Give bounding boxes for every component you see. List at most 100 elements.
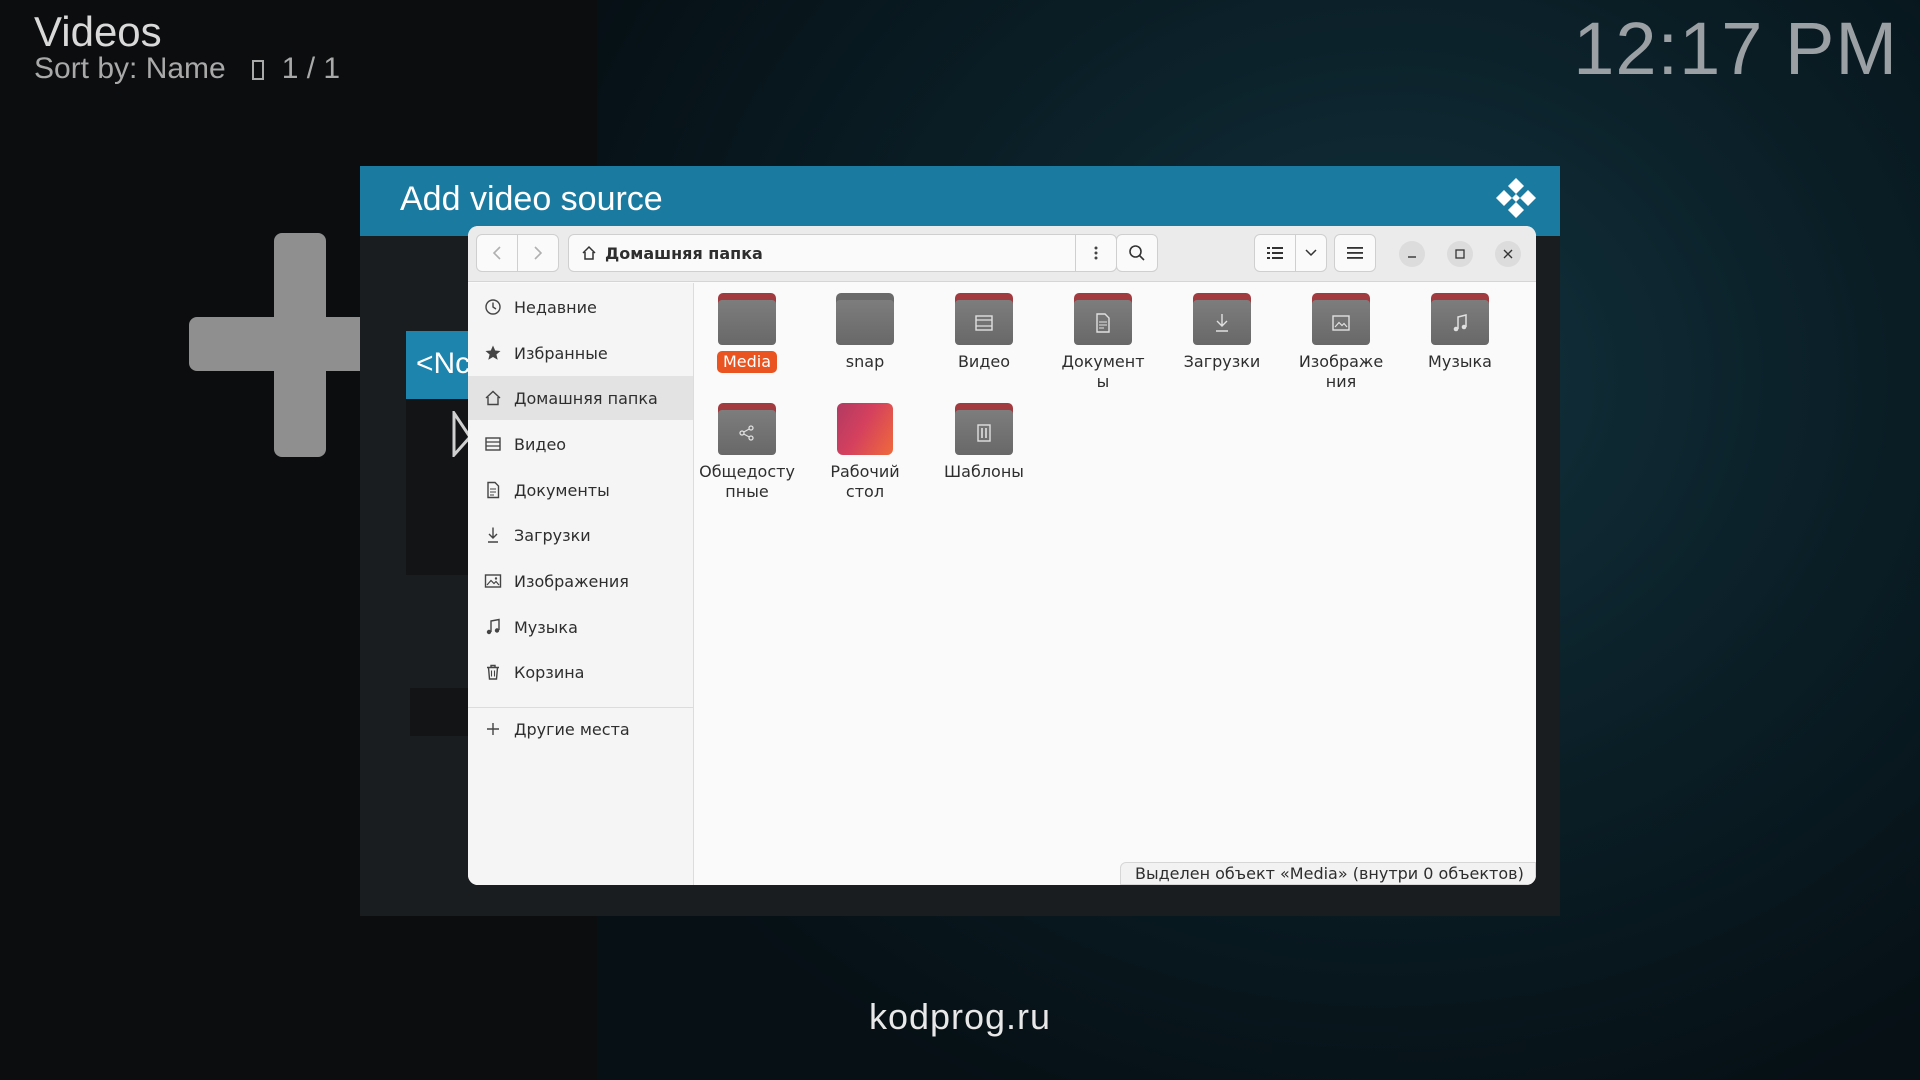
page-title: Videos xyxy=(34,8,162,55)
folder-icon xyxy=(955,403,1013,455)
source-list-item[interactable]: <Nc xyxy=(406,331,476,399)
folder-label: Загрузки xyxy=(1183,352,1261,371)
sidebar-item-label: Домашняя папка xyxy=(514,388,658,408)
clock: 12:17 PM xyxy=(1573,7,1898,90)
sidebar-item-starred[interactable]: Избранные xyxy=(468,331,693,375)
sidebar-item-recent[interactable]: Недавние xyxy=(468,285,693,329)
folder-pictures[interactable]: Изображе ния xyxy=(1285,293,1397,393)
folder-desktop[interactable]: Рабочий стол xyxy=(809,403,921,503)
folder-downloads[interactable]: Загрузки xyxy=(1166,293,1278,373)
sidebar-item-label: Документы xyxy=(514,480,610,500)
sidebar-item-label: Избранные xyxy=(514,343,608,363)
view-options-dropdown[interactable] xyxy=(1295,234,1327,272)
sort-indicator[interactable]: Sort by: Name 1 / 1 xyxy=(34,52,340,86)
folder-media[interactable]: Media xyxy=(691,293,803,373)
folder-snap[interactable]: snap xyxy=(809,293,921,373)
sidebar-item-trash[interactable]: Корзина xyxy=(468,650,693,694)
folder-label: snap xyxy=(845,352,885,371)
folder-icon xyxy=(836,293,894,345)
folder-label: Media xyxy=(716,351,778,373)
sort-glyph-icon xyxy=(251,60,264,80)
add-source-plus-icon-bar xyxy=(189,317,374,371)
sidebar-item-music[interactable]: Музыка xyxy=(468,605,693,649)
template-icon xyxy=(977,424,991,442)
folder-label: Видео xyxy=(957,352,1011,371)
watermark: kodprog.ru xyxy=(868,996,1052,1037)
home-icon xyxy=(485,390,501,406)
sidebar-item-downloads[interactable]: Загрузки xyxy=(468,513,693,557)
download-icon xyxy=(488,527,498,543)
star-icon xyxy=(485,345,501,360)
sidebar-item-label: Загрузки xyxy=(514,525,591,545)
main-menu-button[interactable] xyxy=(1334,234,1376,272)
maximize-icon xyxy=(1455,249,1465,259)
share-icon xyxy=(739,425,754,441)
minimize-button[interactable] xyxy=(1399,241,1425,267)
path-menu-button[interactable] xyxy=(1075,234,1117,272)
sidebar-item-home[interactable]: Домашняя папка xyxy=(468,376,693,420)
chevron-right-icon xyxy=(534,246,543,260)
forward-button[interactable] xyxy=(517,234,559,272)
search-button[interactable] xyxy=(1116,234,1158,272)
film-icon xyxy=(485,437,501,451)
folder-label: Музыка xyxy=(1428,352,1492,371)
folder-label: Документ ы xyxy=(1061,352,1145,391)
sidebar-item-label: Другие места xyxy=(514,719,630,739)
sidebar-item-pictures[interactable]: Изображения xyxy=(468,559,693,603)
document-icon xyxy=(487,481,500,499)
document-icon xyxy=(1096,313,1110,333)
folder-label: Шаблоны xyxy=(944,462,1024,481)
path-bar[interactable]: Домашняя папка xyxy=(568,234,1076,272)
folder-videos[interactable]: Видео xyxy=(928,293,1040,373)
image-icon xyxy=(484,574,502,588)
plus-icon xyxy=(487,723,499,735)
desktop-icon xyxy=(837,403,893,455)
file-manager-window: Домашняя папка Недавние Избранные Домашн… xyxy=(468,226,1536,885)
folder-label: Рабочий стол xyxy=(830,462,900,501)
film-icon xyxy=(975,315,993,331)
sidebar-item-label: Недавние xyxy=(514,297,597,317)
list-view-icon xyxy=(1267,247,1283,259)
folder-label: Изображе ния xyxy=(1298,352,1384,391)
chevron-down-icon xyxy=(1305,249,1317,257)
hamburger-menu-icon xyxy=(1347,247,1363,259)
source-list-item-label: <Nc xyxy=(416,347,471,380)
folder-icon xyxy=(955,293,1013,345)
sidebar-item-documents[interactable]: Документы xyxy=(468,468,693,512)
folder-icon xyxy=(1431,293,1489,345)
kodi-logo-icon xyxy=(1496,178,1536,218)
sort-label: Sort by: Name xyxy=(34,52,226,85)
view-list-button[interactable] xyxy=(1254,234,1296,272)
chevron-left-icon xyxy=(492,246,501,260)
sidebar-item-label: Корзина xyxy=(514,662,585,682)
download-icon xyxy=(1216,314,1228,332)
search-icon xyxy=(1129,245,1145,261)
file-grid: Media snap Видео Документ ы Загрузки Изо… xyxy=(695,283,1536,885)
close-button[interactable] xyxy=(1495,241,1521,267)
sidebar-item-label: Музыка xyxy=(514,617,578,637)
folder-icon xyxy=(718,403,776,455)
sidebar-item-other-locations[interactable]: Другие места xyxy=(468,707,693,751)
status-bar: Выделен объект «Media» (внутри 0 объекто… xyxy=(1120,862,1536,885)
dialog-title: Add video source xyxy=(400,180,663,218)
clock-icon xyxy=(485,299,501,315)
sidebar-item-label: Изображения xyxy=(514,571,629,591)
folder-icon xyxy=(1193,293,1251,345)
close-icon xyxy=(1503,249,1513,259)
places-sidebar: Недавние Избранные Домашняя папка Видео … xyxy=(468,283,694,885)
trash-icon xyxy=(487,664,499,680)
folder-public[interactable]: Общедосту пные xyxy=(691,403,803,503)
kebab-menu-icon xyxy=(1094,246,1098,260)
folder-documents[interactable]: Документ ы xyxy=(1047,293,1159,393)
folder-icon xyxy=(1074,293,1132,345)
sidebar-item-label: Видео xyxy=(514,434,567,454)
sidebar-item-videos[interactable]: Видео xyxy=(468,422,693,466)
back-button[interactable] xyxy=(476,234,518,272)
folder-label: Общедосту пные xyxy=(699,462,795,501)
image-icon xyxy=(1332,315,1350,331)
folder-templates[interactable]: Шаблоны xyxy=(928,403,1040,483)
page-count: 1 / 1 xyxy=(281,52,341,85)
maximize-button[interactable] xyxy=(1447,241,1473,267)
folder-music[interactable]: Музыка xyxy=(1404,293,1516,373)
home-icon xyxy=(582,245,596,260)
